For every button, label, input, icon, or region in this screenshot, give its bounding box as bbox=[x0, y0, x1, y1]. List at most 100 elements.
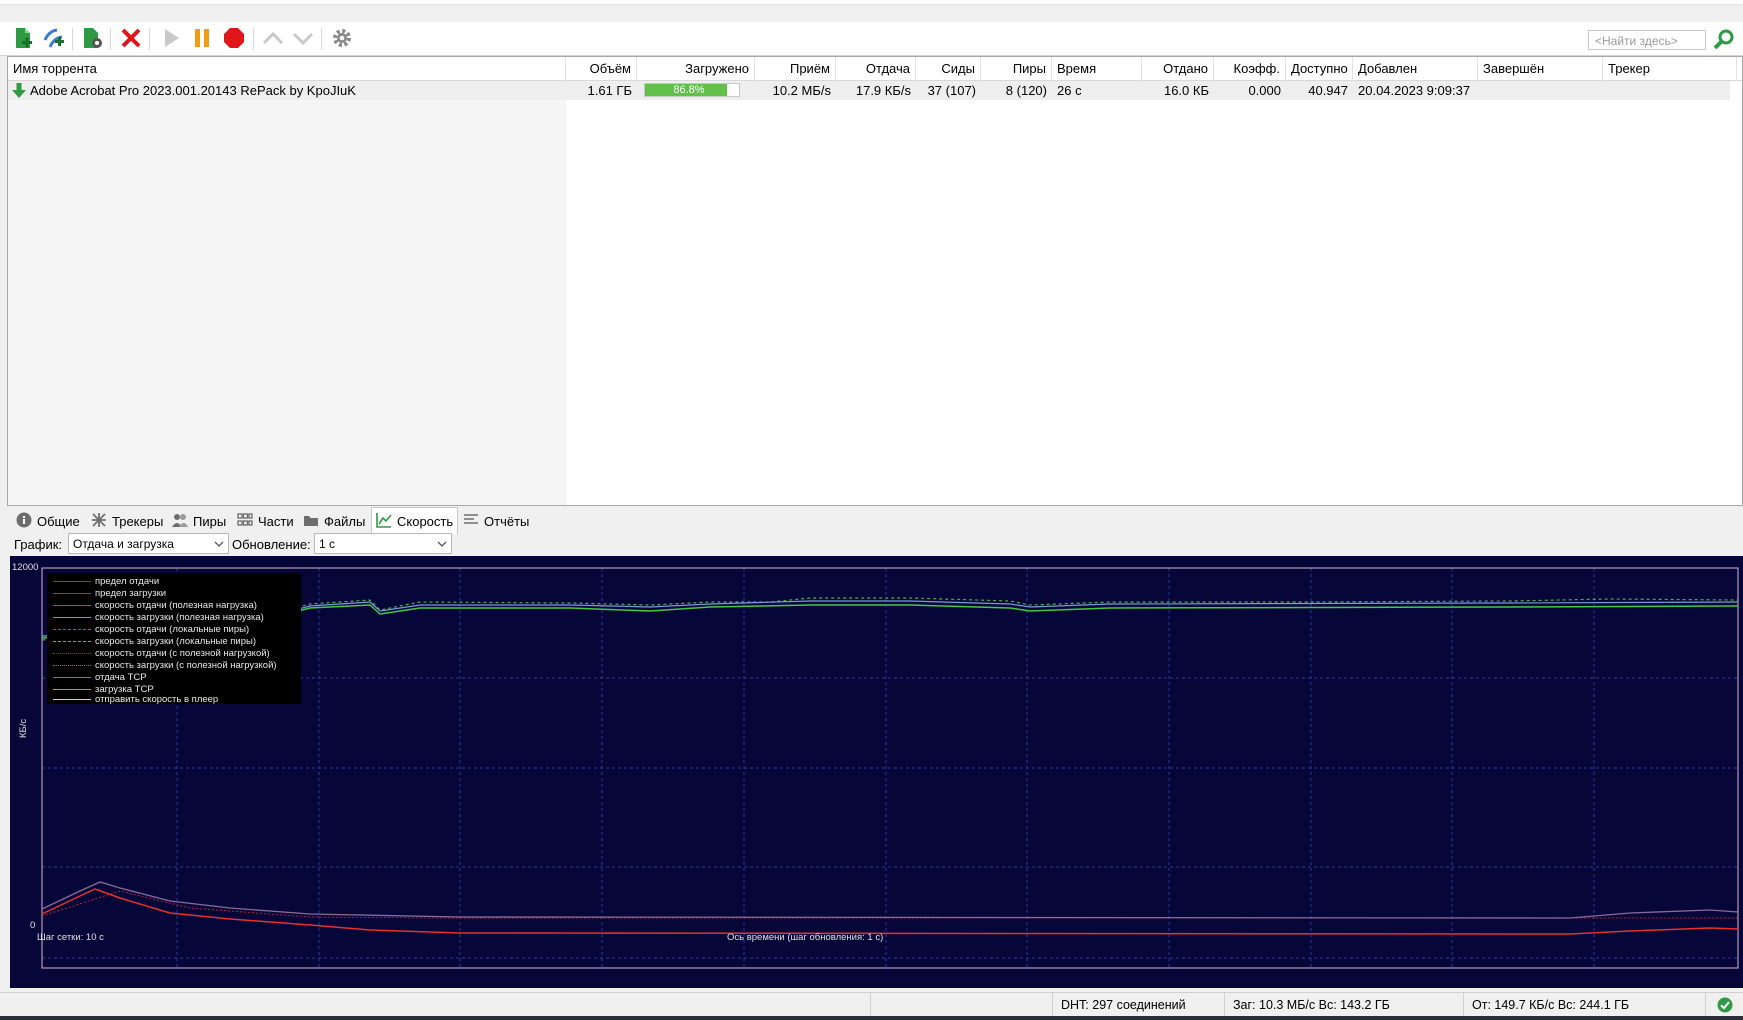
search-input[interactable]: <Найти здесь> bbox=[1588, 30, 1706, 50]
upload-limit-line bbox=[41, 890, 1738, 919]
legend-label: скорость отдачи (локальные пиры) bbox=[95, 624, 250, 635]
column-header-uploaded[interactable]: Отдано bbox=[1142, 57, 1214, 81]
grid-step-label: Шаг сетки: 10 с bbox=[37, 932, 104, 943]
column-header-up-speed[interactable]: Отдача bbox=[836, 57, 916, 81]
tab-pieces[interactable]: Части bbox=[233, 509, 298, 533]
torrent-time: 26 с bbox=[1057, 83, 1082, 98]
toolbar-separator bbox=[321, 28, 322, 50]
column-header-added[interactable]: Добавлен bbox=[1353, 57, 1478, 81]
progress-text: 86.8% bbox=[673, 84, 705, 96]
tab-logger[interactable]: Отчёты bbox=[459, 509, 533, 533]
pause-button[interactable] bbox=[188, 25, 216, 53]
tab-general[interactable]: Общие bbox=[12, 509, 84, 533]
legend-item: скорость отдачи (локальные пиры) bbox=[53, 624, 249, 636]
graph-controls: График: Отдача и загрузка Обновление: 1 … bbox=[8, 533, 1743, 555]
legend-label: предел отдачи bbox=[95, 576, 160, 587]
column-header-time[interactable]: Время bbox=[1052, 57, 1142, 81]
column-header-peers[interactable]: Пиры bbox=[981, 57, 1052, 81]
tab-label: Отчёты bbox=[484, 513, 530, 529]
torrent-added-date: 20.04.2023 9:09:37 bbox=[1358, 83, 1471, 98]
logger-icon bbox=[463, 512, 479, 531]
toolbar-separator bbox=[110, 28, 111, 50]
tab-label: Пиры bbox=[193, 513, 227, 529]
app-window: <Найти здесь> Имя торрента Объём Загруже… bbox=[0, 0, 1743, 1020]
column-header-seeds[interactable]: Сиды bbox=[916, 57, 981, 81]
legend-item: скорость отдачи (полезная нагрузка) bbox=[53, 600, 257, 612]
tab-speed[interactable]: Скорость bbox=[371, 507, 459, 534]
column-header-name[interactable]: Имя торрента bbox=[8, 57, 566, 81]
torrent-completed-date bbox=[1478, 81, 1603, 100]
torrent-seeds: 37 (107) bbox=[927, 83, 976, 98]
update-interval-select[interactable]: 1 с bbox=[314, 533, 452, 554]
move-down-button[interactable] bbox=[289, 25, 317, 53]
chevron-down-icon bbox=[214, 538, 224, 552]
start-button[interactable] bbox=[157, 25, 185, 53]
column-header-completed[interactable]: Завершён bbox=[1478, 57, 1603, 81]
torrent-size: 1.61 ГБ bbox=[587, 83, 632, 98]
column-header-down-speed[interactable]: Приём bbox=[755, 57, 836, 81]
column-header-availability[interactable]: Доступно bbox=[1286, 57, 1353, 81]
create-torrent-icon bbox=[80, 26, 104, 53]
add-link-button[interactable] bbox=[40, 25, 68, 53]
toolbar-separator bbox=[72, 28, 73, 50]
legend-swatch bbox=[53, 592, 91, 594]
column-header-ratio[interactable]: Коэфф. bbox=[1214, 57, 1286, 81]
tcp-upload-line bbox=[41, 881, 1739, 919]
legend-item: отдача TCP bbox=[53, 672, 147, 684]
torrent-uploaded: 16.0 КБ bbox=[1163, 83, 1209, 98]
column-header-done[interactable]: Загружено bbox=[637, 57, 755, 81]
chevron-down-icon bbox=[291, 26, 315, 53]
legend-item: отправить скорость в плеер bbox=[53, 694, 218, 706]
legend-label: скорость загрузки (полезная нагрузка) bbox=[95, 612, 264, 623]
search-button[interactable] bbox=[1710, 26, 1738, 54]
y-axis-min-label: 0 bbox=[30, 920, 36, 931]
legend-swatch bbox=[53, 652, 91, 654]
move-up-button[interactable] bbox=[259, 25, 287, 53]
y-axis-label: КБ/с bbox=[18, 718, 29, 738]
add-torrent-button[interactable] bbox=[9, 25, 37, 53]
tab-peers[interactable]: Пиры bbox=[168, 509, 230, 533]
toolbar: <Найти здесь> bbox=[0, 22, 1743, 56]
y-axis-max-label: 12000 bbox=[12, 562, 39, 573]
legend-swatch bbox=[53, 676, 91, 678]
table-row[interactable]: Adobe Acrobat Pro 2023.001.20143 RePack … bbox=[8, 81, 1730, 100]
column-header-tracker[interactable]: Трекер bbox=[1603, 57, 1737, 81]
legend-item: скорость загрузки (полезная нагрузка) bbox=[53, 612, 264, 624]
tab-files[interactable]: Файлы bbox=[299, 509, 369, 533]
status-dht: DHT: 297 соединений bbox=[1052, 993, 1224, 1017]
update-interval-label: Обновление: bbox=[232, 537, 311, 552]
speed-chart-icon bbox=[376, 512, 392, 531]
stop-button[interactable] bbox=[220, 25, 248, 53]
remove-button[interactable] bbox=[117, 25, 145, 53]
graph-type-select[interactable]: Отдача и загрузка bbox=[68, 533, 229, 554]
legend-label: предел загрузки bbox=[95, 588, 167, 599]
settings-button[interactable] bbox=[328, 25, 356, 53]
pieces-icon bbox=[237, 512, 253, 531]
column-header-size[interactable]: Объём bbox=[566, 57, 637, 81]
legend-label: скорость загрузки (с полезной нагрузкой) bbox=[95, 660, 277, 671]
connection-status[interactable] bbox=[1705, 993, 1743, 1017]
torrent-availability: 40.947 bbox=[1308, 83, 1348, 98]
detail-tabs: Общие Трекеры Пиры Части Файлы Скорость … bbox=[8, 507, 1743, 534]
legend-swatch bbox=[53, 698, 91, 700]
tab-label: Файлы bbox=[324, 513, 366, 529]
torrent-ratio: 0.000 bbox=[1248, 83, 1281, 98]
files-icon bbox=[303, 512, 319, 531]
legend-swatch bbox=[53, 640, 91, 642]
create-torrent-button[interactable] bbox=[78, 25, 106, 53]
progress-bar: 86.8% bbox=[644, 83, 740, 97]
torrent-name: Adobe Acrobat Pro 2023.001.20143 RePack … bbox=[30, 83, 356, 98]
tab-label: Скорость bbox=[397, 513, 454, 529]
torrent-tracker bbox=[1603, 81, 1730, 100]
tab-trackers[interactable]: Трекеры bbox=[87, 509, 167, 533]
legend-label: скорость загрузки (локальные пиры) bbox=[95, 636, 257, 647]
trackers-icon bbox=[91, 512, 107, 531]
stop-icon bbox=[222, 26, 246, 53]
legend-swatch bbox=[53, 688, 91, 690]
toolbar-separator bbox=[253, 28, 254, 50]
select-value: 1 с bbox=[319, 537, 336, 551]
legend-swatch bbox=[53, 604, 91, 606]
legend-item: скорость отдачи (с полезной нагрузкой) bbox=[53, 648, 270, 660]
title-strip bbox=[0, 0, 1743, 5]
tab-label: Части bbox=[258, 513, 294, 529]
